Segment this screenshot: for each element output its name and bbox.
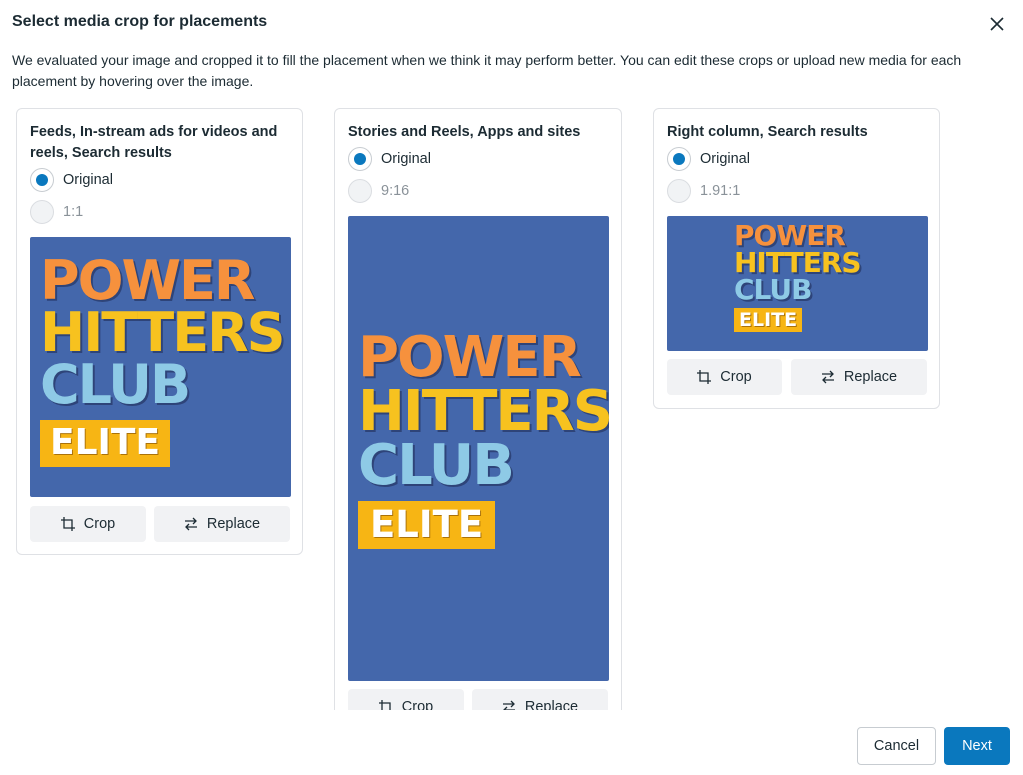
- placement-title: Stories and Reels, Apps and sites: [348, 124, 581, 140]
- radio-button[interactable]: [30, 168, 54, 192]
- radio-option-1-1[interactable]: 1:1: [30, 200, 83, 224]
- close-button[interactable]: [985, 12, 1009, 36]
- dialog-description: We evaluated your image and cropped it t…: [12, 52, 962, 89]
- radio-button[interactable]: [667, 147, 691, 171]
- next-button[interactable]: Next: [944, 727, 1010, 765]
- crop-icon: [378, 700, 391, 710]
- crop-button[interactable]: Crop: [30, 506, 146, 542]
- placement-card-feeds: Feeds, In-stream ads for videos and reel…: [16, 108, 303, 555]
- swap-arrows-icon: [821, 370, 834, 384]
- media-preview-image[interactable]: POWER HITTERS CLUB ELITE: [667, 216, 928, 351]
- radio-label: Original: [381, 151, 431, 167]
- crop-button[interactable]: Crop: [348, 689, 464, 710]
- radio-option-original[interactable]: Original: [667, 147, 750, 171]
- radio-label: Original: [700, 151, 750, 167]
- radio-button[interactable]: [30, 200, 54, 224]
- crop-icon: [60, 517, 75, 531]
- radio-label: 9:16: [381, 183, 410, 199]
- replace-button[interactable]: Replace: [472, 689, 608, 710]
- placement-title: Right column, Search results: [667, 124, 868, 140]
- replace-button[interactable]: Replace: [791, 359, 927, 395]
- close-icon: [990, 17, 1004, 31]
- artwork-text: POWER HITTERS CLUB ELITE: [358, 330, 609, 549]
- radio-button[interactable]: [348, 147, 372, 171]
- placement-title: Feeds, In-stream ads for videos and reel…: [30, 124, 278, 161]
- cancel-button[interactable]: Cancel: [857, 727, 936, 765]
- swap-arrows-icon: [184, 517, 197, 531]
- artwork-text: POWER HITTERS CLUB ELITE: [40, 254, 286, 468]
- crop-icon: [697, 370, 712, 384]
- radio-label: Original: [63, 172, 113, 188]
- radio-option-9-16[interactable]: 9:16: [348, 179, 409, 203]
- swap-arrows-icon: [502, 700, 515, 710]
- radio-label: 1:1: [63, 204, 84, 220]
- radio-option-1-91-1[interactable]: 1.91:1: [667, 179, 740, 203]
- placements-scroll-area[interactable]: Feeds, In-stream ads for videos and reel…: [0, 100, 1023, 710]
- crop-button[interactable]: Crop: [667, 359, 782, 395]
- dialog-title: Select media crop for placements: [12, 13, 268, 30]
- media-preview-image[interactable]: POWER HITTERS CLUB ELITE: [348, 216, 609, 681]
- placement-card-stories: Stories and Reels, Apps and sites Origin…: [334, 108, 622, 710]
- artwork-text: POWER HITTERS CLUB ELITE: [734, 219, 862, 332]
- radio-label: 1.91:1: [700, 183, 741, 199]
- radio-option-original[interactable]: Original: [348, 147, 431, 171]
- radio-button[interactable]: [348, 179, 372, 203]
- replace-button[interactable]: Replace: [154, 506, 290, 542]
- media-preview-image[interactable]: POWER HITTERS CLUB ELITE: [30, 237, 291, 497]
- placement-card-right-column: Right column, Search results Original 1.…: [653, 108, 940, 409]
- radio-option-original[interactable]: Original: [30, 168, 113, 192]
- radio-button[interactable]: [667, 179, 691, 203]
